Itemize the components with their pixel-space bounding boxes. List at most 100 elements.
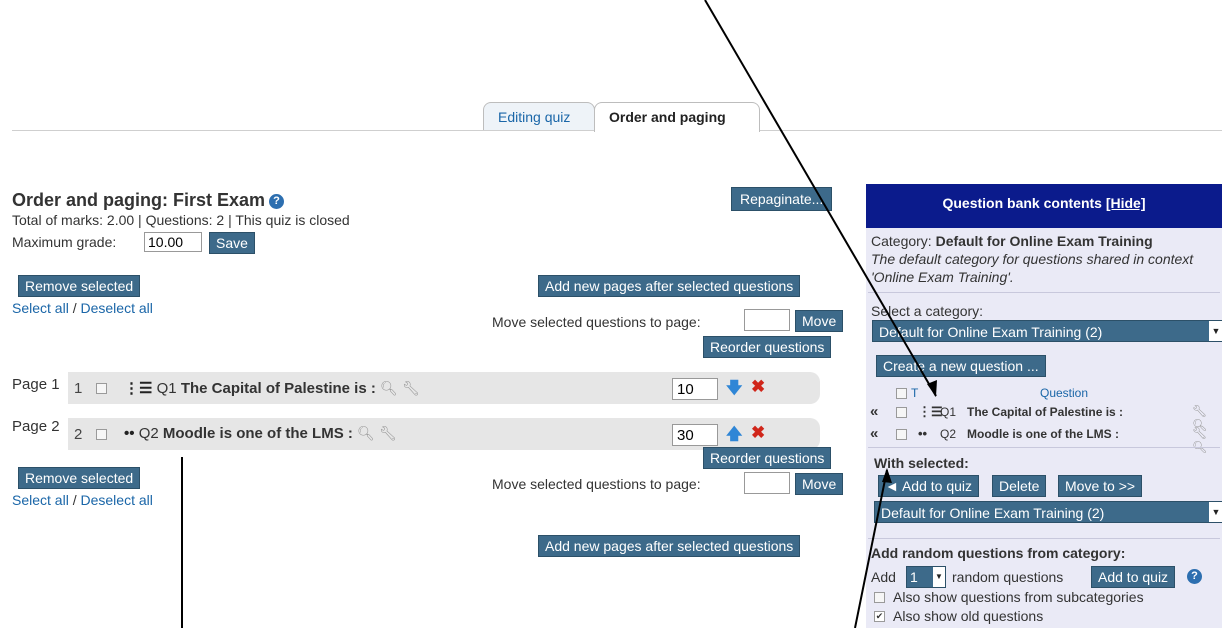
add-new-pages-button-top[interactable]: Add new pages after selected questions xyxy=(538,275,801,297)
question-id: Q2 xyxy=(138,425,159,442)
add-random-to-quiz-button[interactable]: Add to quiz xyxy=(1091,566,1176,588)
page-label-1: Page 1 xyxy=(12,376,60,393)
random-count-select[interactable]: 1 ▼ xyxy=(906,566,946,588)
old-questions-label: Also show old questions xyxy=(893,608,1044,624)
reorder-questions-button-bottom[interactable]: Reorder questions xyxy=(703,447,832,469)
move-to-page-label-top: Move selected questions to page: xyxy=(492,314,701,330)
edit-wrench-icon[interactable]: 🔧︎🔍︎ xyxy=(1192,426,1222,454)
question-row-2: 2 •• Q2 Moodle is one of the LMS : 🔍︎ 🔧︎… xyxy=(68,418,820,450)
preview-icon[interactable]: 🔍︎ xyxy=(357,425,375,441)
tab-editing-quiz[interactable]: Editing quiz xyxy=(483,102,595,130)
bank-row-1: « ⋮☰ Q1 The Capital of Palestine is : 🔧︎… xyxy=(866,403,1222,432)
column-question-sort[interactable]: Question xyxy=(1040,386,1088,400)
question-id: Q1 xyxy=(156,380,177,397)
edit-wrench-icon[interactable]: 🔧︎ xyxy=(379,425,397,441)
tab-order-and-paging[interactable]: Order and paging xyxy=(594,102,760,132)
select-category-label: Select a category: xyxy=(871,303,984,319)
hide-bank-link[interactable]: [Hide] xyxy=(1106,195,1146,211)
quiz-summary: Total of marks: 2.00 | Questions: 2 | Th… xyxy=(12,212,350,228)
truefalse-icon: •• xyxy=(124,425,135,442)
select-links-bottom: Select all / Deselect all xyxy=(12,492,153,508)
select-links-top: Select all / Deselect all xyxy=(12,300,153,316)
bank-question-text: Moodle is one of the LMS : xyxy=(967,427,1119,441)
move-to-page-input-bottom[interactable] xyxy=(744,472,790,494)
max-grade-input[interactable] xyxy=(144,232,202,252)
question-row-1: 1 ⋮☰ Q1 The Capital of Palestine is : 🔍︎… xyxy=(68,372,820,404)
move-to-page-input-top[interactable] xyxy=(744,309,790,331)
move-down-icon[interactable]: 🡇 xyxy=(726,377,742,404)
deselect-all-link[interactable]: Deselect all xyxy=(80,492,152,508)
edit-wrench-icon[interactable]: 🔧︎ xyxy=(402,380,420,396)
bank-row-2: « •• Q2 Moodle is one of the LMS : 🔧︎🔍︎ xyxy=(866,425,1222,454)
reorder-questions-button-top[interactable]: Reorder questions xyxy=(703,336,832,358)
question-number: 1 xyxy=(74,380,83,397)
move-to-category-select[interactable]: Default for Online Exam Training (2) ▼ xyxy=(874,501,1222,523)
delete-button[interactable]: Delete xyxy=(992,475,1047,497)
move-to-page-label-bottom: Move selected questions to page: xyxy=(492,476,701,492)
move-button-top[interactable]: Move xyxy=(795,310,844,332)
page-title: Order and paging: First Exam? xyxy=(12,190,285,211)
select-all-link[interactable]: Select all xyxy=(12,492,69,508)
question-number: 2 xyxy=(74,426,83,443)
page-label-2: Page 2 xyxy=(12,418,60,435)
category-select[interactable]: Default for Online Exam Training (2) ▼ xyxy=(872,320,1222,342)
question-text: •• Q2 Moodle is one of the LMS : 🔍︎ 🔧︎ xyxy=(124,425,397,442)
bank-table-header: T Question xyxy=(866,385,1222,403)
move-category-value: Default for Online Exam Training (2) xyxy=(881,505,1105,521)
dropdown-arrow-icon: ▼ xyxy=(1209,321,1222,341)
repaginate-button[interactable]: Repaginate... xyxy=(731,187,833,211)
random-count-value: 1 xyxy=(910,569,918,585)
category-description: The default category for questions share… xyxy=(871,251,1194,285)
bank-question-id: Q1 xyxy=(940,405,957,419)
old-questions-checkbox[interactable]: ✔ xyxy=(874,611,885,622)
question-title: The Capital of Palestine is : xyxy=(180,380,376,397)
bank-select-all-checkbox[interactable] xyxy=(896,388,907,399)
question-checkbox[interactable] xyxy=(96,429,107,440)
dropdown-arrow-icon: ▼ xyxy=(1209,502,1222,522)
random-questions-heading: Add random questions from category: xyxy=(871,545,1126,561)
add-to-quiz-chevron-icon[interactable]: « xyxy=(870,425,878,442)
move-button-bottom[interactable]: Move xyxy=(795,473,844,495)
with-selected-label: With selected: xyxy=(874,455,969,471)
category-name: Default for Online Exam Training xyxy=(935,233,1153,249)
page-title-text: Order and paging: First Exam xyxy=(12,190,266,210)
add-label: Add xyxy=(871,569,896,585)
question-bank-header: Question bank contents [Hide] xyxy=(866,184,1222,228)
random-questions-suffix: random questions xyxy=(952,569,1064,585)
bank-row-checkbox[interactable] xyxy=(896,429,907,440)
multichoice-icon: ⋮☰ xyxy=(918,404,943,419)
multichoice-icon: ⋮☰ xyxy=(124,380,153,397)
add-to-quiz-chevron-icon[interactable]: « xyxy=(870,403,878,420)
question-checkbox[interactable] xyxy=(96,383,107,394)
question-mark-input[interactable] xyxy=(672,424,718,446)
move-up-icon[interactable]: 🡅 xyxy=(726,423,742,450)
category-info: Category: Default for Online Exam Traini… xyxy=(871,232,1219,286)
bank-question-id: Q2 xyxy=(940,427,957,441)
question-text: ⋮☰ Q1 The Capital of Palestine is : 🔍︎ 🔧… xyxy=(124,379,420,397)
help-icon[interactable]: ? xyxy=(1187,569,1202,584)
panel-divider xyxy=(868,538,1220,539)
delete-icon[interactable]: ✖ xyxy=(751,423,765,443)
question-mark-input[interactable] xyxy=(672,378,718,400)
category-select-value: Default for Online Exam Training (2) xyxy=(879,324,1103,340)
help-icon[interactable]: ? xyxy=(269,193,285,209)
column-type-sort[interactable]: T xyxy=(911,386,918,400)
remove-selected-button-bottom[interactable]: Remove selected xyxy=(18,467,141,489)
subcategories-checkbox[interactable] xyxy=(874,592,885,603)
bank-row-checkbox[interactable] xyxy=(896,407,907,418)
remove-selected-button-top[interactable]: Remove selected xyxy=(18,275,141,297)
truefalse-icon: •• xyxy=(918,426,928,441)
add-new-pages-button-bottom[interactable]: Add new pages after selected questions xyxy=(538,535,801,557)
delete-icon[interactable]: ✖ xyxy=(751,377,765,397)
create-new-question-button[interactable]: Create a new question ... xyxy=(876,355,1046,377)
deselect-all-link[interactable]: Deselect all xyxy=(80,300,152,316)
subcategories-label: Also show questions from subcategories xyxy=(893,589,1144,605)
bank-question-text: The Capital of Palestine is : xyxy=(967,405,1124,419)
preview-icon[interactable]: 🔍︎ xyxy=(380,380,398,396)
save-button[interactable]: Save xyxy=(209,232,255,254)
select-all-link[interactable]: Select all xyxy=(12,300,69,316)
move-to-button[interactable]: Move to >> xyxy=(1058,475,1143,497)
select-links-separator: / xyxy=(68,492,81,508)
question-title: Moodle is one of the LMS : xyxy=(162,425,353,442)
add-to-quiz-button[interactable]: ◄ Add to quiz xyxy=(878,475,980,497)
